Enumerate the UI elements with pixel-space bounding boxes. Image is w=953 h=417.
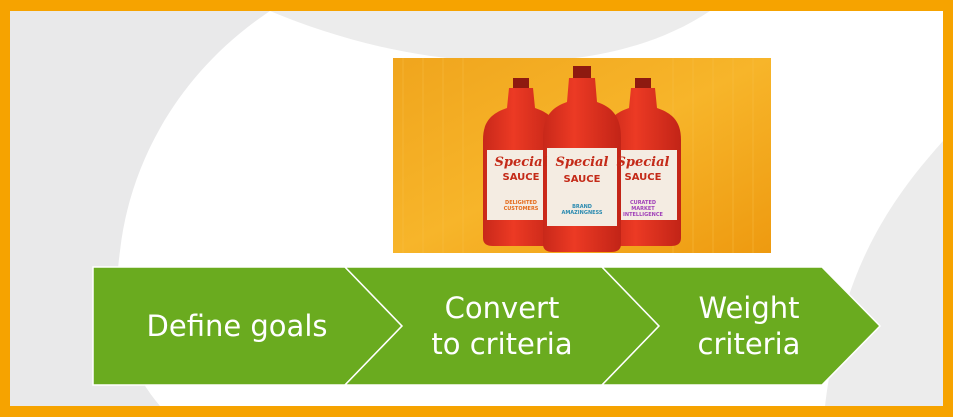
- bottle-left-tagline: DELIGHTED CUSTOMERS: [504, 200, 539, 212]
- slide: Special Special Special SAUCE SAUCE SAUC…: [10, 11, 943, 406]
- bottle-left-product: SAUCE: [503, 172, 540, 183]
- bottle-right-brand: Special: [617, 155, 670, 170]
- process-flow: Define goals Convert to criteria Weight …: [92, 266, 882, 386]
- special-sauce-photo: Special Special Special SAUCE SAUCE SAUC…: [393, 58, 771, 253]
- bottle-right-product: SAUCE: [625, 172, 662, 183]
- process-step-2-label: Convert to criteria: [431, 291, 573, 361]
- bottle-center-product: SAUCE: [564, 174, 601, 185]
- process-step-1-label: Define goals: [146, 309, 328, 343]
- bottle-left-brand: Special: [495, 155, 548, 170]
- bottle-center-brand: Special: [556, 155, 609, 170]
- process-step-3-label: Weight criteria: [697, 291, 801, 361]
- background-swoosh-top: [270, 11, 710, 62]
